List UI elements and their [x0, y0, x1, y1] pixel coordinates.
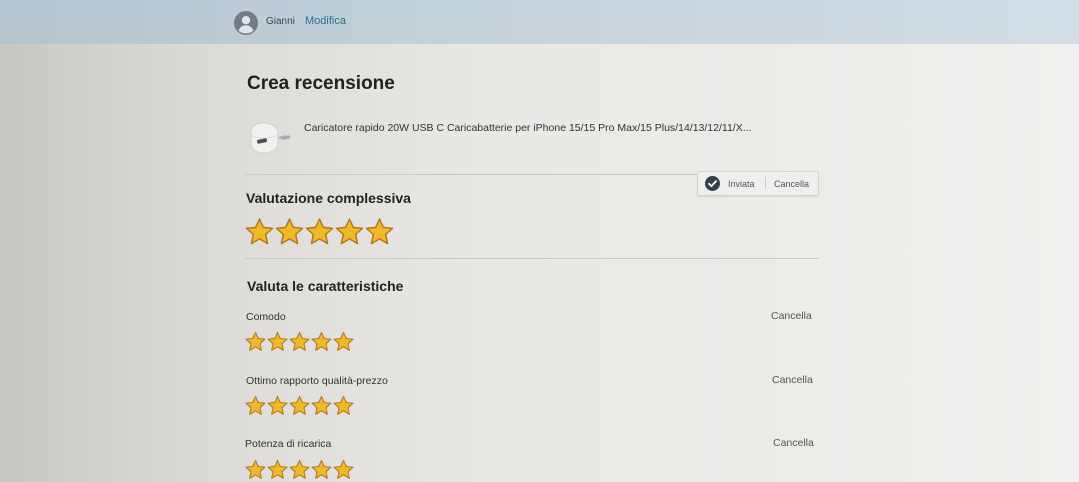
separator — [765, 177, 766, 189]
features-heading: Valuta le caratteristiche — [247, 278, 404, 294]
star-icon[interactable] — [333, 395, 354, 416]
star-icon[interactable] — [305, 217, 334, 246]
divider — [245, 258, 819, 259]
star-icon[interactable] — [275, 217, 304, 246]
feature-label-comodo: Comodo — [246, 311, 286, 323]
star-icon[interactable] — [245, 459, 266, 480]
star-icon[interactable] — [365, 217, 394, 246]
star-icon[interactable] — [267, 331, 288, 352]
check-circle-icon — [705, 176, 720, 191]
star-icon[interactable] — [335, 217, 364, 246]
star-icon[interactable] — [267, 395, 288, 416]
feature-cancel-link[interactable]: Cancella — [772, 374, 813, 386]
star-icon[interactable] — [267, 459, 288, 480]
star-icon[interactable] — [311, 395, 332, 416]
feature-cancel-link[interactable]: Cancella — [771, 310, 812, 322]
feature-label-charging-power: Potenza di ricarica — [245, 438, 332, 450]
top-bar: Gianni Modifica — [0, 0, 1079, 44]
star-icon[interactable] — [289, 395, 310, 416]
status-label: Inviata — [728, 179, 755, 189]
feature-star-rating-charging-power[interactable] — [245, 459, 355, 480]
page-title: Crea recensione — [247, 73, 395, 94]
product-title[interactable]: Caricatore rapido 20W USB C Caricabatter… — [304, 122, 751, 134]
star-icon[interactable] — [311, 331, 332, 352]
feature-star-rating-value[interactable] — [245, 395, 355, 416]
feature-cancel-link[interactable]: Cancella — [773, 437, 814, 449]
username: Gianni — [266, 16, 295, 27]
star-icon[interactable] — [333, 459, 354, 480]
overall-cancel-link[interactable]: Cancella — [774, 179, 809, 189]
overall-rating-heading: Valutazione complessiva — [246, 190, 411, 206]
user-avatar-icon[interactable] — [234, 11, 258, 35]
star-icon[interactable] — [333, 331, 354, 352]
feature-label-value: Ottimo rapporto qualità-prezzo — [246, 375, 388, 387]
star-icon[interactable] — [245, 217, 274, 246]
product-thumbnail[interactable] — [247, 116, 293, 158]
star-icon[interactable] — [289, 331, 310, 352]
edit-profile-link[interactable]: Modifica — [305, 15, 346, 27]
star-icon[interactable] — [311, 459, 332, 480]
rating-status-box: Inviata Cancella — [697, 171, 819, 196]
feature-star-rating-comodo[interactable] — [245, 331, 355, 352]
star-icon[interactable] — [289, 459, 310, 480]
star-icon[interactable] — [245, 331, 266, 352]
overall-star-rating[interactable] — [245, 217, 395, 246]
star-icon[interactable] — [245, 395, 266, 416]
